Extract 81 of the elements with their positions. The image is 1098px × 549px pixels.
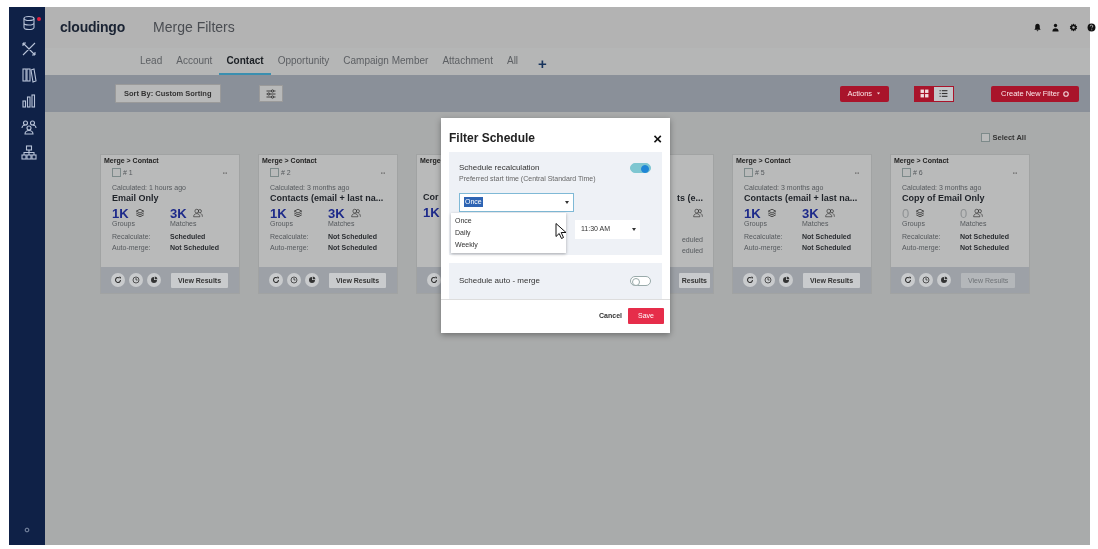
users-icon — [192, 208, 203, 219]
card-checkbox[interactable] — [270, 168, 279, 178]
filter-title: Email Only — [112, 192, 159, 204]
list-view-button[interactable] — [934, 86, 954, 101]
refresh-button[interactable] — [269, 273, 283, 287]
stack-icon — [915, 208, 926, 219]
select-all-checkbox[interactable] — [980, 133, 990, 143]
users-icon — [693, 207, 703, 218]
recalculation-label: Schedule recalculation — [459, 162, 540, 174]
clock-icon — [764, 276, 772, 284]
tools-icon[interactable] — [21, 41, 37, 57]
clock-button[interactable] — [761, 273, 775, 287]
refresh-button[interactable] — [427, 273, 441, 287]
card-checkbox[interactable] — [744, 168, 753, 178]
pie-chart-icon — [782, 276, 790, 284]
refresh-icon — [114, 276, 122, 284]
groups-count: 1K — [112, 206, 129, 220]
matches-count: 3K — [802, 206, 819, 220]
matches-count: 3K — [170, 206, 187, 220]
refresh-button[interactable] — [111, 273, 125, 287]
pie-chart-icon — [150, 276, 158, 284]
clock-icon — [290, 276, 298, 284]
stack-icon — [134, 208, 145, 219]
sliders-icon — [264, 87, 277, 100]
refresh-icon — [430, 276, 438, 284]
list-icon — [939, 89, 949, 98]
page-title: Merge Filters — [153, 18, 235, 37]
users-icon — [973, 208, 984, 219]
alert-dot — [37, 17, 41, 21]
stack-icon — [766, 208, 777, 219]
circle-icon[interactable] — [24, 527, 30, 533]
users-icon — [350, 208, 361, 219]
pie-button[interactable] — [779, 273, 793, 287]
user-icon[interactable] — [1051, 23, 1060, 32]
groups-count: 1K — [423, 206, 440, 220]
refresh-icon — [272, 276, 280, 284]
caret-icon — [876, 91, 882, 96]
clock-button[interactable] — [287, 273, 301, 287]
recalculation-toggle[interactable] — [630, 163, 651, 173]
modal-title: Filter Schedule — [449, 130, 536, 147]
auto-merge-label: Schedule auto - merge — [459, 274, 540, 287]
users-icon[interactable] — [21, 119, 37, 135]
filter-title: Cor — [423, 192, 439, 204]
refresh-icon — [746, 276, 754, 284]
pie-button[interactable] — [147, 273, 161, 287]
refresh-button[interactable] — [743, 273, 757, 287]
filter-title: Contacts (email + last na... — [270, 192, 384, 204]
filter-title: Contacts (email + last na... — [744, 192, 858, 204]
close-button[interactable]: × — [653, 130, 662, 146]
help-icon[interactable] — [1087, 23, 1096, 32]
refresh-button[interactable] — [901, 273, 915, 287]
plus-circle-icon — [1063, 90, 1070, 97]
books-icon[interactable] — [21, 67, 37, 83]
auto-merge-toggle[interactable] — [630, 275, 651, 286]
logo: cloudingo — [60, 18, 126, 37]
filter-button[interactable] — [258, 85, 283, 102]
matches-count: 3K — [328, 206, 345, 220]
grid-view-button[interactable] — [915, 86, 935, 101]
clock-icon — [922, 276, 930, 284]
groups-count: 1K — [744, 206, 761, 220]
settings-icon[interactable] — [1069, 23, 1078, 32]
refresh-icon — [904, 276, 912, 284]
card-checkbox[interactable] — [112, 168, 121, 178]
database-icon[interactable] — [21, 15, 37, 31]
pie-button[interactable] — [305, 273, 319, 287]
clock-button[interactable] — [129, 273, 143, 287]
clock-button[interactable] — [919, 273, 933, 287]
bar-chart-icon[interactable] — [21, 93, 37, 109]
add-tab[interactable]: + — [531, 56, 554, 75]
pie-chart-icon — [308, 276, 316, 284]
grid-icon — [920, 89, 930, 98]
clock-icon — [132, 276, 140, 284]
filter-title: ts (e... — [677, 193, 703, 204]
users-icon — [824, 208, 835, 219]
stack-icon — [292, 208, 303, 219]
filter-title: Copy of Email Only — [902, 192, 985, 204]
pie-button[interactable] — [937, 273, 951, 287]
pie-chart-icon — [940, 276, 948, 284]
bell-icon[interactable] — [1033, 23, 1042, 32]
groups-count: 1K — [270, 206, 287, 220]
hierarchy-icon[interactable] — [21, 145, 37, 161]
